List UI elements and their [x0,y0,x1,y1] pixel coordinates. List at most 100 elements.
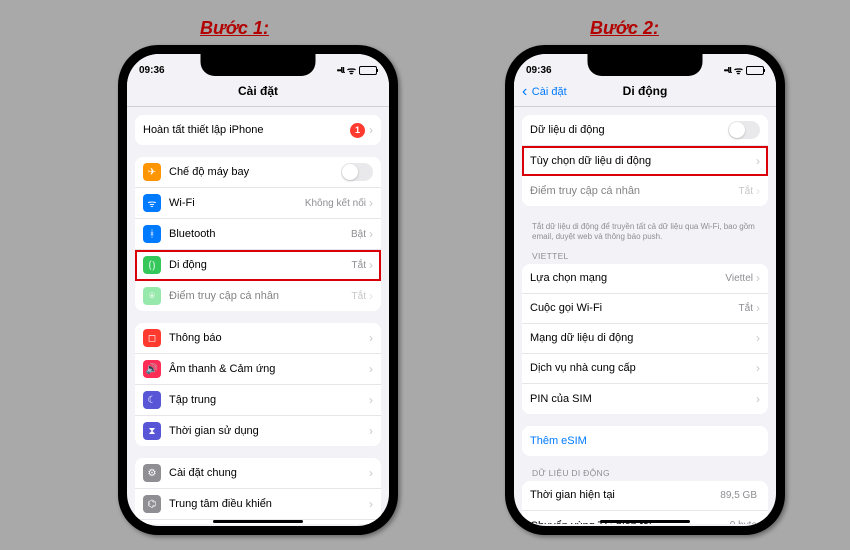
phone-step1: 09:36 ᯤ Cài đặt Hoàn tất thiết lập iPhon… [118,45,398,535]
section-header-carrier: VIETTEL [522,251,768,264]
chevron-right-icon [369,258,373,272]
chevron-right-icon [756,271,760,285]
cellular-icon: ⟮⟯ [143,256,161,274]
chevron-right-icon [756,301,760,315]
chevron-right-icon [369,424,373,438]
settings-row[interactable]: Dịch vụ nhà cung cấp [522,354,768,384]
row-label: Thời gian hiện tại [530,489,720,501]
settings-row[interactable]: Tùy chọn dữ liệu di động [522,146,768,176]
nav-bar: Cài đặt Di động [514,82,776,107]
settings-row[interactable]: ⍟ Điểm truy cập cá nhânTắt [135,281,381,311]
group-setup: Hoàn tất thiết lập iPhone1 [135,115,381,145]
cellular-content[interactable]: Dữ liệu di động Tùy chọn dữ liệu di động Đ… [514,107,776,524]
settings-row[interactable]: ⌬ Trung tâm điều khiển [135,489,381,520]
row-label: Điểm truy cập cá nhân [169,290,352,302]
settings-row[interactable]: ᯤWi-FiKhông kết nối [135,188,381,219]
battery-icon [746,66,764,75]
settings-row[interactable]: Điểm truy cập cá nhânTắt [522,176,768,206]
back-button[interactable]: Cài đặt [522,83,567,101]
settings-row[interactable]: Mạng dữ liệu di động [522,324,768,354]
cellular-note: Tắt dữ liệu di động để truyền tất cả dữ … [522,218,768,251]
settings-row[interactable]: ☾ Tập trung [135,385,381,416]
status-time: 09:36 [139,65,165,76]
status-time: 09:36 [526,65,552,76]
settings-row[interactable]: 🔊 Âm thanh & Cảm ứng [135,354,381,385]
group-cellular-data: Dữ liệu di động Tùy chọn dữ liệu di động Đ… [522,115,768,206]
focus-icon: ☾ [143,391,161,409]
phone-step2: 09:36 ᯤ Cài đặt Di động Dữ liệu di độngT… [505,45,785,535]
row-label: PIN của SIM [530,393,756,405]
row-label: Chế độ máy bay [169,166,341,178]
row-value: Bật [351,229,366,240]
sounds-icon: 🔊 [143,360,161,378]
row-label: Dịch vụ nhà cung cấp [530,362,756,374]
airplane-icon: ✈ [143,163,161,181]
wifi-status-icon: ᯤ [347,63,356,77]
row-label: Cuộc gọi Wi-Fi [530,302,739,314]
row-label: Điểm truy cập cá nhân [530,185,739,197]
settings-row[interactable]: PIN của SIM [522,384,768,414]
settings-content[interactable]: Hoàn tất thiết lập iPhone1 ✈ Chế độ máy b… [127,107,389,524]
chevron-right-icon [369,497,373,511]
settings-row[interactable]: ⟮⟯Di độngTắt [135,250,381,281]
row-label: Tập trung [169,394,369,406]
chevron-right-icon [756,154,760,168]
settings-row[interactable]: Dữ liệu di động [522,115,768,146]
row-value: Không kết nối [305,198,366,209]
settings-row[interactable]: Thời gian hiện tại89,5 GB [522,481,768,511]
notch [588,54,703,76]
chevron-right-icon [369,196,373,210]
row-label: Thông báo [169,332,369,344]
signal-icon [337,65,344,76]
settings-row[interactable]: Hoàn tất thiết lập iPhone1 [135,115,381,145]
home-indicator[interactable] [213,520,303,523]
step1-label: Bước 1: [200,18,269,39]
row-value: 89,5 GB [720,490,757,501]
notch [201,54,316,76]
page-title: Cài đặt [137,84,379,98]
toggle-switch[interactable] [341,163,373,181]
hotspot-icon: ⍟ [143,287,161,305]
chevron-right-icon [369,123,373,137]
group-general: ⚙Cài đặt chung⌬Trung tâm điều khiểnAAMàn… [135,458,381,524]
row-label: Thêm eSIM [530,435,760,447]
settings-row[interactable]: ᚼBluetoothBật [135,219,381,250]
row-value: Tắt [352,291,366,302]
row-label: Thời gian sử dụng [169,425,369,437]
row-label: Di động [169,259,352,271]
row-value: Tắt [739,303,753,314]
row-label: Mạng dữ liệu di động [530,332,756,344]
nav-bar: Cài đặt [127,82,389,107]
settings-row[interactable]: ✈ Chế độ máy bay [135,157,381,188]
group-usage: Thời gian hiện tại89,5 GBChuyển vùng TG … [522,481,768,524]
row-label: Tùy chọn dữ liệu di động [530,155,756,167]
settings-row[interactable]: Lựa chọn mạngViettel [522,264,768,294]
group-connectivity: ✈ Chế độ máy bay ᯤWi-FiKhông kết nốiᚼBluet… [135,157,381,311]
chevron-right-icon [369,331,373,345]
settings-row[interactable]: Thêm eSIM [522,426,768,456]
settings-row[interactable]: ◻ Thông báo [135,323,381,354]
row-label: Trung tâm điều khiển [169,498,369,510]
settings-row[interactable]: ⧗ Thời gian sử dụng [135,416,381,446]
screentime-icon: ⧗ [143,422,161,440]
chevron-right-icon [369,362,373,376]
settings-row[interactable]: ⚙Cài đặt chung [135,458,381,489]
chevron-right-icon [756,184,760,198]
notifications-icon: ◻ [143,329,161,347]
row-label: Cài đặt chung [169,467,369,479]
home-indicator[interactable] [600,520,690,523]
signal-icon [724,65,731,76]
row-value: 0 byte [730,520,757,524]
bluetooth-icon: ᚼ [143,225,161,243]
battery-icon [359,66,377,75]
row-label: Âm thanh & Cảm ứng [169,363,369,375]
chevron-right-icon [369,289,373,303]
row-label: Wi-Fi [169,197,305,209]
row-value: Tắt [739,186,753,197]
row-label: Hoàn tất thiết lập iPhone [143,124,350,136]
toggle-switch[interactable] [728,121,760,139]
group-carrier: Lựa chọn mạngViettelCuộc gọi Wi-FiTắtMạn… [522,264,768,414]
row-value: Viettel [725,273,753,284]
settings-row[interactable]: Cuộc gọi Wi-FiTắt [522,294,768,324]
control-center-icon: ⌬ [143,495,161,513]
